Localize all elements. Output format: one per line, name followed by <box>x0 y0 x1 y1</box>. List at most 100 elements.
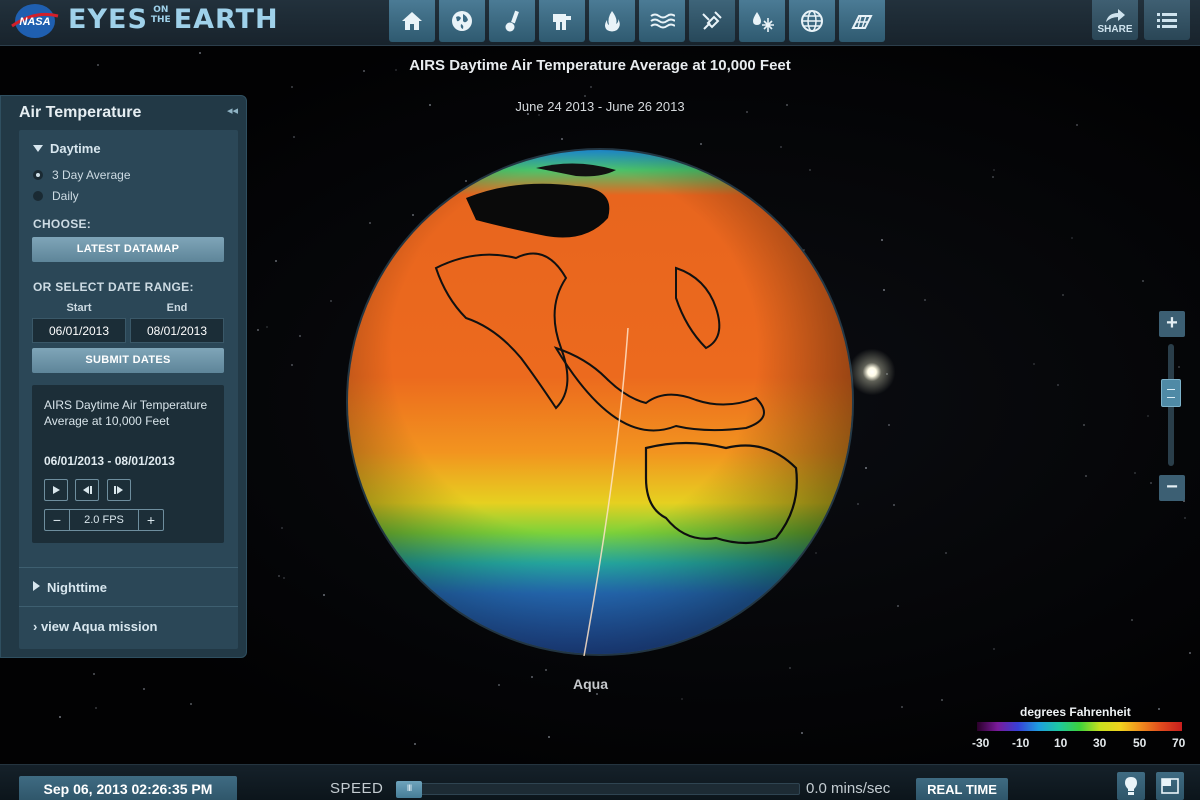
radio-daily[interactable]: Daily <box>33 189 79 203</box>
legend-tick: 10 <box>1054 736 1068 750</box>
home-button[interactable] <box>389 0 435 42</box>
date-range-label: OR SELECT DATE RANGE: <box>33 280 194 294</box>
radio-3-day-average[interactable]: 3 Day Average <box>33 168 131 182</box>
star <box>924 299 926 301</box>
step-back-button[interactable] <box>75 479 99 501</box>
layer-panel: Air Temperature ◂◂ Daytime 3 Day Average… <box>0 95 247 658</box>
speed-slider-track[interactable] <box>396 783 800 795</box>
earth-overview-button[interactable] <box>789 0 835 42</box>
star <box>1142 280 1144 282</box>
fps-value: 2.0 FPS <box>69 510 139 530</box>
latest-datamap-button[interactable]: LATEST DATAMAP <box>32 237 224 262</box>
choose-label: CHOOSE: <box>33 217 92 231</box>
star <box>291 364 293 366</box>
star <box>1134 472 1136 474</box>
map-title: AIRS Daytime Air Temperature Average at … <box>409 57 791 74</box>
satellite-label[interactable]: Aqua <box>573 676 608 692</box>
panel-content: Daytime 3 Day Average Daily CHOOSE: LATE… <box>19 130 238 649</box>
legend-tick: 50 <box>1133 736 1147 750</box>
legend-tick: -10 <box>1012 736 1030 750</box>
star <box>143 688 145 690</box>
star <box>266 326 268 328</box>
star <box>561 138 563 140</box>
star <box>1147 415 1149 417</box>
play-button[interactable] <box>44 479 68 501</box>
start-date-input[interactable]: 06/01/2013 <box>32 318 126 343</box>
air-temperature-button[interactable] <box>489 0 535 42</box>
star <box>901 706 903 708</box>
daytime-section-toggle[interactable]: Daytime <box>33 141 101 156</box>
star <box>1189 652 1191 654</box>
zoom-slider-handle[interactable] <box>1161 379 1181 407</box>
star <box>278 575 280 577</box>
star <box>584 95 586 97</box>
star <box>545 669 547 671</box>
collapse-panel-button[interactable]: ◂◂ <box>227 104 238 117</box>
water-ice-icon <box>753 12 774 32</box>
zoom-in-button[interactable]: + <box>1159 311 1185 337</box>
star <box>888 424 890 426</box>
star <box>1076 124 1078 126</box>
star <box>1131 619 1133 621</box>
legend-title: degrees Fahrenheit <box>1020 705 1131 719</box>
window-mode-button[interactable] <box>1156 772 1184 800</box>
star <box>865 467 867 469</box>
grid-globe-icon <box>801 10 823 32</box>
section-divider <box>19 567 238 568</box>
star <box>59 716 61 718</box>
star <box>291 86 293 88</box>
list-icon <box>1157 13 1177 28</box>
nighttime-label: Nighttime <box>47 580 107 595</box>
fire-button[interactable] <box>589 0 635 42</box>
fps-stepper: − 2.0 FPS + <box>44 509 164 531</box>
fps-increase-button[interactable]: + <box>139 510 163 530</box>
nighttime-section-toggle[interactable]: Nighttime <box>33 580 107 595</box>
top-bar: NASA EYES ON THE EARTH SHARE <box>0 0 1200 46</box>
current-time-button[interactable]: Sep 06, 2013 02:26:35 PM <box>19 776 237 800</box>
end-date-input[interactable]: 08/01/2013 <box>130 318 224 343</box>
star <box>789 667 791 669</box>
app-brand: EYES ON THE EARTH <box>68 4 279 35</box>
share-button[interactable]: SHARE <box>1092 0 1138 40</box>
real-time-button[interactable]: REAL TIME <box>916 778 1008 800</box>
submit-dates-button[interactable]: SUBMIT DATES <box>32 348 224 373</box>
star <box>1158 708 1160 710</box>
animation-info-box: AIRS Daytime Air Temperature Average at … <box>32 385 224 543</box>
legend-tick: -30 <box>972 736 990 750</box>
zoom-out-button[interactable]: − <box>1159 475 1185 501</box>
satellites-button[interactable] <box>689 0 735 42</box>
globe-button[interactable] <box>439 0 485 42</box>
share-label: SHARE <box>1097 24 1133 35</box>
star <box>1071 237 1073 239</box>
star <box>883 289 885 291</box>
star <box>945 552 947 554</box>
star <box>414 743 416 745</box>
sea-level-button[interactable] <box>639 0 685 42</box>
thermometer-icon <box>505 10 519 32</box>
view-aqua-mission-link[interactable]: › view Aqua mission <box>33 619 158 634</box>
daytime-label: Daytime <box>50 141 101 156</box>
star <box>531 676 533 678</box>
star <box>893 504 895 506</box>
menu-button[interactable] <box>1144 0 1190 40</box>
speed-slider-handle[interactable] <box>396 781 422 798</box>
nasa-logo[interactable]: NASA <box>8 2 62 40</box>
star <box>299 335 301 337</box>
fps-decrease-button[interactable]: − <box>45 510 69 530</box>
star <box>801 732 803 734</box>
step-forward-button[interactable] <box>107 479 131 501</box>
category-toolbar <box>389 0 885 42</box>
star <box>1178 366 1180 368</box>
star <box>323 594 325 596</box>
legend-tick: 30 <box>1093 736 1107 750</box>
nasa-logo-text: NASA <box>19 16 50 28</box>
carbon-button[interactable] <box>539 0 585 42</box>
lighting-toggle-button[interactable] <box>1117 772 1145 800</box>
play-icon <box>53 486 60 494</box>
missions-button[interactable] <box>839 0 885 42</box>
brand-word-earth: EARTH <box>173 4 279 35</box>
water-ice-button[interactable] <box>739 0 785 42</box>
star <box>993 648 995 650</box>
step-forward-icon <box>114 486 123 494</box>
earth-globe[interactable] <box>346 148 854 656</box>
